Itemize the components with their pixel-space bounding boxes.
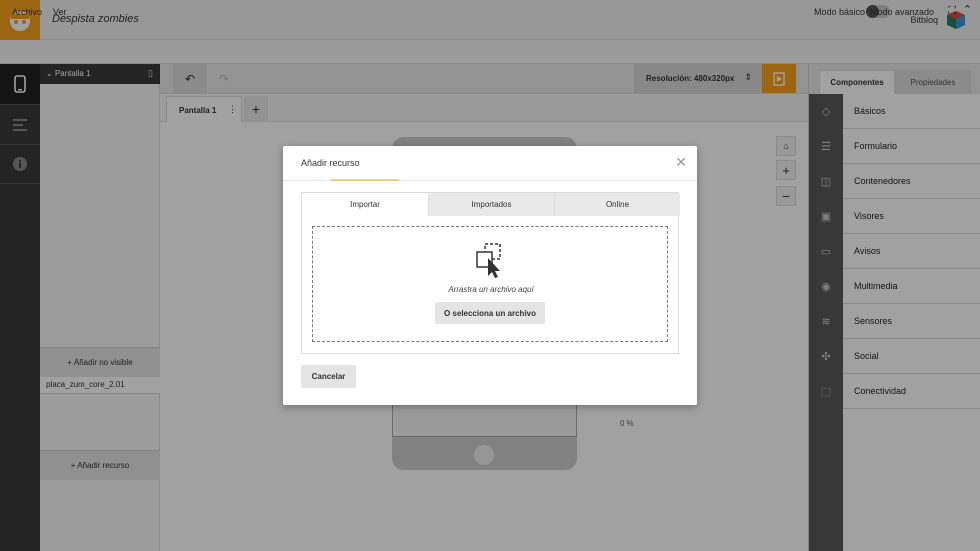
tab-import[interactable]: Importar	[302, 193, 428, 216]
drop-hint: Arrastra un archivo aquí	[448, 285, 534, 294]
file-dropzone[interactable]: Arrastra un archivo aquí O selecciona un…	[312, 226, 668, 342]
divider-accent	[331, 179, 399, 181]
dialog-body: Arrastra un archivo aquí O selecciona un…	[301, 216, 679, 354]
dialog-tabs: Importar Importados Online	[301, 192, 680, 216]
tab-imported[interactable]: Importados	[428, 193, 554, 216]
add-resource-dialog: Añadir recurso ✕ Importar Importados Onl…	[283, 146, 697, 405]
dialog-title: Añadir recurso	[301, 158, 360, 168]
cancel-button[interactable]: Cancelar	[301, 365, 356, 388]
tab-online[interactable]: Online	[554, 193, 680, 216]
drag-drop-icon	[476, 243, 501, 278]
close-icon[interactable]: ✕	[675, 154, 687, 171]
select-file-button[interactable]: O selecciona un archivo	[435, 302, 545, 324]
